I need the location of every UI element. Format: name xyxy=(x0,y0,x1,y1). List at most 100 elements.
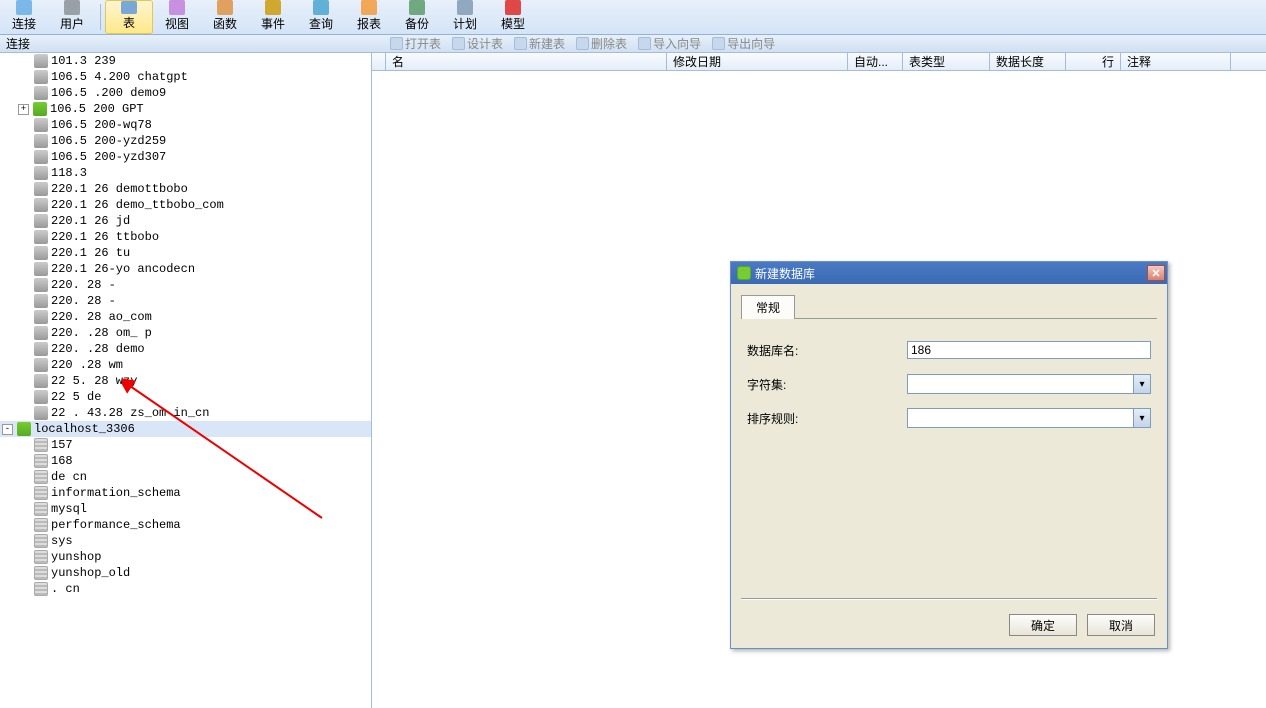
connection-item[interactable]: 220.1 26 demottbobo xyxy=(0,181,371,197)
toolbar-表[interactable]: 表 xyxy=(105,0,153,34)
connection-item[interactable]: 220 .28 wm xyxy=(0,357,371,373)
connection-icon xyxy=(34,374,48,388)
subtb-导出向导[interactable]: 导出向导 xyxy=(708,35,779,52)
toolbar-icon xyxy=(457,0,473,15)
connection-item[interactable]: 220.1 26 tu xyxy=(0,245,371,261)
connection-item[interactable]: 220. .28 om_ p xyxy=(0,325,371,341)
table-icon xyxy=(390,37,403,50)
expand-icon[interactable]: - xyxy=(2,424,13,435)
connection-icon xyxy=(34,214,48,228)
connection-item[interactable]: 220. 28 - xyxy=(0,293,371,309)
connection-tree[interactable]: 101.3 239106.5 4.200 chatgpt106.5 .200 d… xyxy=(0,53,372,708)
connection-item[interactable]: 220. .28 demo xyxy=(0,341,371,357)
connection-item[interactable]: 220.1 26-yo ancodecn xyxy=(0,261,371,277)
charset-select[interactable] xyxy=(907,374,1151,394)
connection-label: 220.1 26 demottbobo xyxy=(51,182,188,196)
connection-item[interactable]: 22 5. 28 wzy xyxy=(0,373,371,389)
connection-item[interactable]: 220. 28 ao_com xyxy=(0,309,371,325)
subtb-导入向导[interactable]: 导入向导 xyxy=(634,35,705,52)
database-icon xyxy=(34,550,48,564)
connection-label: 22 . 43.28 zs_om in_cn xyxy=(51,406,209,420)
collation-select[interactable] xyxy=(907,408,1151,428)
connection-item[interactable]: 22 5 de xyxy=(0,389,371,405)
toolbar-计划[interactable]: 计划 xyxy=(441,0,489,34)
connection-icon xyxy=(34,182,48,196)
connection-label: 220. .28 demo xyxy=(51,342,145,356)
column-headers: 名修改日期自动...表类型数据长度行注释 xyxy=(372,53,1266,71)
toolbar-事件[interactable]: 事件 xyxy=(249,0,297,34)
close-icon[interactable]: ✕ xyxy=(1147,265,1165,281)
toolbar-备份[interactable]: 备份 xyxy=(393,0,441,34)
database-icon xyxy=(34,470,48,484)
connection-label: 220.1 26 tu xyxy=(51,246,130,260)
connection-label: 220.1 26 demo_ttbobo_com xyxy=(51,198,224,212)
database-icon xyxy=(34,438,48,452)
database-name-input[interactable] xyxy=(907,341,1151,359)
database-item[interactable]: yunshop_old xyxy=(0,565,371,581)
subtb-设计表[interactable]: 设计表 xyxy=(448,35,507,52)
cancel-button[interactable]: 取消 xyxy=(1087,614,1155,636)
subtb-打开表[interactable]: 打开表 xyxy=(386,35,445,52)
toolbar-查询[interactable]: 查询 xyxy=(297,0,345,34)
database-item[interactable]: 157 xyxy=(0,437,371,453)
connection-item[interactable]: 220.1 26 jd xyxy=(0,213,371,229)
connection-icon xyxy=(34,54,48,68)
connection-icon xyxy=(34,406,48,420)
database-item[interactable]: yunshop xyxy=(0,549,371,565)
column-header[interactable]: 自动... xyxy=(848,53,903,70)
toolbar-视图[interactable]: 视图 xyxy=(153,0,201,34)
tab-general[interactable]: 常规 xyxy=(741,295,795,319)
connection-label: 106.5 200-yzd259 xyxy=(51,134,166,148)
database-item[interactable]: de cn xyxy=(0,469,371,485)
table-icon xyxy=(514,37,527,50)
connection-item[interactable]: 106.5 200-yzd259 xyxy=(0,133,371,149)
connection-item[interactable]: 220. 28 - xyxy=(0,277,371,293)
connection-item[interactable]: +106.5 200 GPT xyxy=(0,101,371,117)
connection-item[interactable]: - localhost_3306 xyxy=(0,421,371,437)
ok-button[interactable]: 确定 xyxy=(1009,614,1077,636)
connection-item[interactable]: 106.5 200-wq78 xyxy=(0,117,371,133)
column-header[interactable]: 名 xyxy=(386,53,667,70)
connection-item[interactable]: 101.3 239 xyxy=(0,53,371,69)
table-icon xyxy=(452,37,465,50)
expand-icon[interactable]: + xyxy=(18,104,29,115)
database-item[interactable]: sys xyxy=(0,533,371,549)
column-header[interactable]: 数据长度 xyxy=(990,53,1066,70)
database-item[interactable]: mysql xyxy=(0,501,371,517)
database-item[interactable]: 168 xyxy=(0,453,371,469)
connection-label: 106.5 200 GPT xyxy=(50,102,144,116)
connection-label: localhost_3306 xyxy=(34,422,135,436)
toolbar-函数[interactable]: 函数 xyxy=(201,0,249,34)
connection-item[interactable]: 22 . 43.28 zs_om in_cn xyxy=(0,405,371,421)
column-header[interactable]: 修改日期 xyxy=(667,53,848,70)
column-header[interactable]: 表类型 xyxy=(903,53,990,70)
toolbar-用户[interactable]: 用户 xyxy=(48,0,96,34)
toolbar-报表[interactable]: 报表 xyxy=(345,0,393,34)
database-icon xyxy=(737,266,751,280)
database-label: 168 xyxy=(51,454,73,468)
database-item[interactable]: performance_schema xyxy=(0,517,371,533)
connection-item[interactable]: 106.5 4.200 chatgpt xyxy=(0,69,371,85)
connection-label: 220. 28 ao_com xyxy=(51,310,152,324)
connection-item[interactable]: 106.5 .200 demo9 xyxy=(0,85,371,101)
subtb-新建表[interactable]: 新建表 xyxy=(510,35,569,52)
column-header[interactable]: 行 xyxy=(1066,53,1121,70)
subtb-删除表[interactable]: 删除表 xyxy=(572,35,631,52)
connection-icon xyxy=(34,150,48,164)
connection-icon xyxy=(17,422,31,436)
dialog-titlebar[interactable]: 新建数据库 ✕ xyxy=(731,262,1167,284)
connection-item[interactable]: 220.1 26 ttbobo xyxy=(0,229,371,245)
toolbar-icon xyxy=(121,1,137,14)
column-header[interactable]: 注释 xyxy=(1121,53,1231,70)
connection-icon xyxy=(34,86,48,100)
toolbar-模型[interactable]: 模型 xyxy=(489,0,537,34)
connection-item[interactable]: 118.3 xyxy=(0,165,371,181)
database-item[interactable]: information_schema xyxy=(0,485,371,501)
toolbar-连接[interactable]: 连接 xyxy=(0,0,48,34)
connection-item[interactable]: 106.5 200-yzd307 xyxy=(0,149,371,165)
database-icon xyxy=(34,566,48,580)
database-label: mysql xyxy=(51,502,87,516)
connection-item[interactable]: 220.1 26 demo_ttbobo_com xyxy=(0,197,371,213)
toolbar-icon xyxy=(64,0,80,15)
database-item[interactable]: . cn xyxy=(0,581,371,597)
